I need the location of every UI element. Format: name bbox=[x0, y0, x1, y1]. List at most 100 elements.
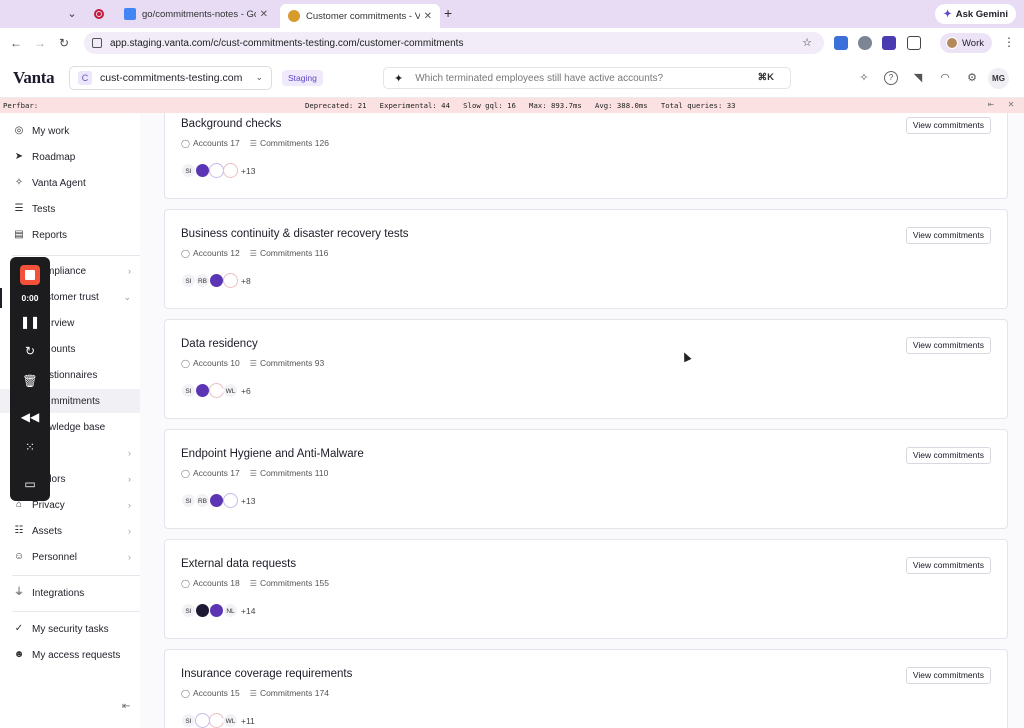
sidebar-item-label: stomer trust bbox=[46, 291, 99, 303]
sidebar-item-label: Tests bbox=[32, 203, 56, 215]
chevron-right-icon: › bbox=[128, 474, 131, 484]
send-icon: ➤ bbox=[14, 151, 24, 162]
sidebar-item-reports[interactable]: ▤ Reports bbox=[0, 223, 140, 247]
pause-icon[interactable]: ❚❚ bbox=[10, 315, 50, 329]
more-avatars-count: +8 bbox=[241, 275, 251, 286]
sidebar-item-label: Roadmap bbox=[32, 151, 76, 163]
global-search-input[interactable]: ✦ Which terminated employees still have … bbox=[383, 67, 791, 89]
trash-icon[interactable]: 🗑 bbox=[10, 374, 50, 388]
account-avatars: SI RB +8 bbox=[181, 273, 251, 288]
view-commitments-button[interactable]: View commitments bbox=[905, 227, 991, 244]
chevron-right-icon: › bbox=[128, 448, 131, 458]
view-commitments-button[interactable]: View commitments bbox=[905, 117, 991, 134]
commitments-count: 174 bbox=[314, 688, 329, 698]
sidebar-item-vanta-agent[interactable]: ✧ Vanta Agent bbox=[0, 171, 140, 195]
org-selector[interactable]: C cust-commitments-testing.com ⌄ bbox=[69, 66, 272, 90]
accounts-label: Accounts bbox=[192, 688, 228, 698]
grid-icon[interactable]: ⁙ bbox=[10, 440, 50, 454]
stop-recording-button[interactable] bbox=[20, 265, 40, 285]
sidebar-item-my-security-tasks[interactable]: ✓ My security tasks bbox=[0, 617, 140, 641]
sidebar-item-label: stionnaires bbox=[49, 369, 98, 381]
browser-menu-icon[interactable]: ⋮ bbox=[1003, 35, 1015, 49]
extensions-puzzle-icon[interactable] bbox=[907, 36, 921, 50]
new-tab-icon[interactable]: + bbox=[444, 5, 452, 21]
sidebar-item-label: Personnel bbox=[32, 551, 78, 563]
sidebar-item-label: Vanta Agent bbox=[32, 177, 86, 189]
view-commitments-button[interactable]: View commitments bbox=[905, 337, 991, 354]
avatar: SI bbox=[181, 163, 196, 178]
site-info-icon[interactable] bbox=[92, 38, 102, 48]
help-icon[interactable]: ? bbox=[884, 71, 898, 85]
commitment-meta: ◯ Accounts 17 ☰ Commitments 110 bbox=[181, 468, 328, 478]
commitment-title: Background checks bbox=[181, 118, 282, 130]
extension-icon[interactable] bbox=[882, 36, 896, 50]
ask-gemini-button[interactable]: ✦ Ask Gemini bbox=[935, 4, 1016, 24]
address-bar[interactable]: app.staging.vanta.com/c/cust-commitments… bbox=[84, 32, 824, 54]
vanta-logo[interactable]: Vanta bbox=[13, 68, 55, 88]
chart-icon: ▤ bbox=[14, 229, 24, 240]
avatar bbox=[223, 493, 238, 508]
view-commitments-button[interactable]: View commitments bbox=[905, 447, 991, 464]
browser-tab-notes[interactable]: go/commitments-notes - Goo ✕ bbox=[116, 3, 276, 25]
commitments-label: Commitments bbox=[259, 468, 313, 478]
commitment-meta: ◯ Accounts 10 ☰ Commitments 93 bbox=[181, 358, 324, 368]
browser-tab-commitments[interactable]: Customer commitments - Van ✕ bbox=[280, 4, 440, 28]
perfbar: Perfbar: Deprecated: 21 Experimental: 44… bbox=[0, 98, 1024, 113]
commitments-label: Commitments bbox=[259, 248, 313, 258]
sidebar-item-personnel[interactable]: ☺ Personnel › bbox=[0, 545, 140, 569]
sidebar-item-my-work[interactable]: ◎ My work bbox=[0, 119, 140, 143]
close-tab-icon[interactable]: ✕ bbox=[424, 11, 432, 22]
collapse-sidebar-icon[interactable]: ⇤ bbox=[122, 701, 130, 712]
rewind-icon[interactable]: ◀◀ bbox=[10, 410, 50, 424]
commitments-list-icon: ☰ bbox=[249, 688, 257, 698]
view-commitments-button[interactable]: View commitments bbox=[905, 557, 991, 574]
view-commitments-button[interactable]: View commitments bbox=[905, 667, 991, 684]
avatar bbox=[195, 713, 210, 728]
commitment-card: Insurance coverage requirements ◯ Accoun… bbox=[164, 649, 1008, 728]
sidebar-item-integrations[interactable]: ⏚ Integrations bbox=[0, 581, 140, 605]
gear-icon[interactable]: ⚙ bbox=[965, 71, 979, 85]
commitments-label: Commitments bbox=[259, 138, 313, 148]
perfbar-close-icon[interactable]: ✕ bbox=[1008, 99, 1014, 110]
commitments-list-icon: ☰ bbox=[249, 248, 257, 258]
commitments-label: Commitments bbox=[259, 358, 313, 368]
commitment-title: Business continuity & disaster recovery … bbox=[181, 228, 409, 240]
avatar bbox=[195, 603, 210, 618]
account-avatars: SI +13 bbox=[181, 163, 255, 178]
extension-icon[interactable] bbox=[858, 36, 872, 50]
more-avatars-count: +14 bbox=[241, 605, 256, 616]
account-avatars: SI WL +11 bbox=[181, 713, 255, 728]
commitment-meta: ◯ Accounts 12 ☰ Commitments 116 bbox=[181, 248, 328, 258]
announcements-icon[interactable]: ◥ bbox=[911, 71, 925, 85]
perfbar-collapse-icon[interactable]: ⇤ bbox=[988, 99, 994, 110]
sidebar-divider bbox=[12, 611, 140, 612]
accounts-count: 17 bbox=[230, 468, 240, 478]
more-avatars-count: +11 bbox=[241, 715, 255, 726]
accounts-label: Accounts bbox=[192, 468, 228, 478]
close-tab-icon[interactable]: ✕ bbox=[260, 9, 268, 20]
account-avatars: SI WL +6 bbox=[181, 383, 251, 398]
bookmark-star-icon[interactable]: ☆ bbox=[802, 36, 812, 49]
sidebar-item-my-access-requests[interactable]: ☻ My access requests bbox=[0, 643, 140, 667]
profile-button[interactable]: Work bbox=[940, 33, 992, 53]
ask-gemini-label: Ask Gemini bbox=[955, 8, 1008, 20]
accounts-count: 15 bbox=[230, 688, 240, 698]
forward-arrow-icon[interactable]: → bbox=[32, 35, 48, 51]
url-text: app.staging.vanta.com/c/cust-commitments… bbox=[110, 37, 464, 49]
accounts-count: 10 bbox=[230, 358, 240, 368]
sidebar-item-roadmap[interactable]: ➤ Roadmap bbox=[0, 145, 140, 169]
accounts-count: 18 bbox=[230, 578, 240, 588]
ai-assistant-icon[interactable]: ✧ bbox=[857, 71, 871, 85]
search-shortcut: ⌘K bbox=[757, 72, 774, 83]
reload-icon[interactable]: ↻ bbox=[56, 35, 72, 51]
extension-icon[interactable] bbox=[834, 36, 848, 50]
restart-icon[interactable]: ↻ bbox=[10, 344, 50, 358]
bell-icon[interactable]: ◠ bbox=[938, 71, 952, 85]
tab-search-chevron-icon[interactable]: ⌄ bbox=[62, 5, 82, 23]
back-arrow-icon[interactable]: ← bbox=[8, 35, 24, 51]
camera-icon[interactable]: ▭ bbox=[10, 477, 50, 491]
accounts-label: Accounts bbox=[192, 248, 228, 258]
user-avatar[interactable]: MG bbox=[988, 68, 1009, 89]
sidebar-item-assets[interactable]: ☷ Assets › bbox=[0, 519, 140, 543]
sidebar-item-tests[interactable]: ☰ Tests bbox=[0, 197, 140, 221]
